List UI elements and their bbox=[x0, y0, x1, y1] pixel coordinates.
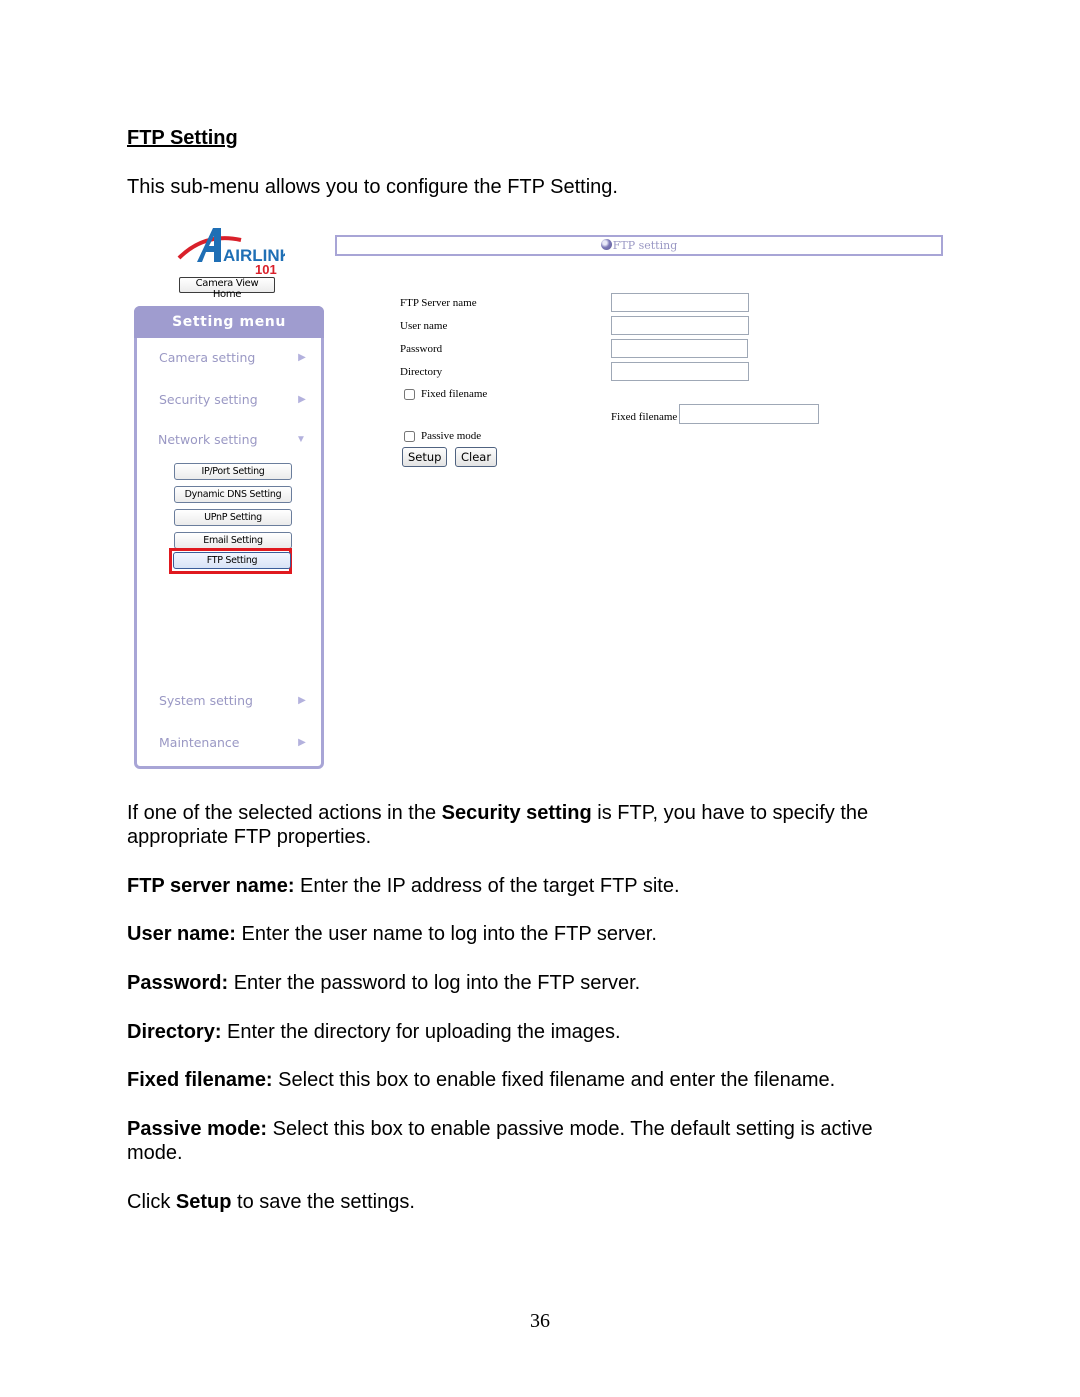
text: Enter the password to log into the FTP s… bbox=[228, 972, 641, 994]
user-name-description: User name: Enter the user name to log in… bbox=[127, 922, 927, 946]
menu-item-label: Maintenance bbox=[159, 734, 240, 750]
directory-description: Directory: Enter the directory for uploa… bbox=[127, 1020, 927, 1044]
ftp-server-name-label: FTP Server name bbox=[400, 297, 477, 309]
arrow-right-icon: ▶ bbox=[298, 736, 306, 748]
bold-term: User name: bbox=[127, 923, 236, 945]
logo-101-text: 101 bbox=[255, 262, 277, 276]
text: Enter the IP address of the target FTP s… bbox=[294, 875, 680, 897]
menu-item-network-setting[interactable]: Network setting ▼ bbox=[158, 429, 308, 449]
passive-mode-description: Passive mode: Select this box to enable … bbox=[127, 1117, 927, 1165]
menu-item-label: Network setting bbox=[158, 431, 258, 447]
menu-item-system-setting[interactable]: System setting ▶ bbox=[159, 690, 309, 710]
dynamic-dns-setting-button[interactable]: Dynamic DNS Setting bbox=[174, 486, 292, 503]
ftp-setting-panel-title: FTP setting bbox=[335, 235, 943, 256]
menu-item-camera-setting[interactable]: Camera setting ▶ bbox=[159, 347, 309, 367]
bold-term: FTP server name: bbox=[127, 875, 295, 897]
menu-item-label: Security setting bbox=[159, 391, 258, 407]
fixed-filename-checkbox[interactable] bbox=[404, 388, 415, 400]
text: Select this box to enable fixed filename… bbox=[272, 1069, 836, 1091]
intro-text: This sub-menu allows you to configure th… bbox=[127, 176, 618, 198]
clear-button[interactable]: Clear bbox=[455, 447, 498, 467]
fixed-filename-field-label: Fixed filename bbox=[611, 411, 678, 423]
arrow-right-icon: ▶ bbox=[298, 694, 306, 706]
setting-menu: Setting menu Camera setting ▶ Security s… bbox=[134, 306, 324, 769]
passive-mode-checkbox-row[interactable]: Passive mode bbox=[404, 430, 481, 442]
fixed-filename-input[interactable] bbox=[679, 404, 819, 424]
fixed-filename-checkbox-row[interactable]: Fixed filename bbox=[404, 388, 487, 400]
user-name-input[interactable] bbox=[611, 316, 749, 335]
click-setup-instruction: Click Setup to save the settings. bbox=[127, 1190, 927, 1214]
bold-term: Passive mode: bbox=[127, 1118, 268, 1140]
airlink-logo: AIRLINK 101 bbox=[177, 228, 285, 276]
ftp-server-name-input[interactable] bbox=[611, 293, 749, 312]
email-setting-button[interactable]: Email Setting bbox=[174, 532, 292, 549]
text: Enter the user name to log into the FTP … bbox=[235, 923, 657, 945]
passive-mode-checkbox[interactable] bbox=[404, 430, 415, 442]
fixed-filename-description: Fixed filename: Select this box to enabl… bbox=[127, 1068, 927, 1092]
password-description: Password: Enter the password to log into… bbox=[127, 971, 927, 995]
upnp-setting-button[interactable]: UPnP Setting bbox=[174, 509, 292, 526]
setting-menu-title: Setting menu bbox=[134, 306, 324, 338]
text: If one of the selected actions in the bbox=[127, 802, 442, 824]
page-number: 36 bbox=[530, 1310, 550, 1332]
ftp-server-name-description: FTP server name: Enter the IP address of… bbox=[127, 874, 927, 898]
ftp-setting-button[interactable]: FTP Setting bbox=[173, 552, 291, 569]
text: to save the settings. bbox=[231, 1191, 415, 1213]
menu-item-label: Camera setting bbox=[159, 349, 256, 365]
menu-item-maintenance[interactable]: Maintenance ▶ bbox=[159, 732, 309, 752]
panel-title-text: FTP setting bbox=[612, 239, 678, 252]
camera-view-home-button[interactable]: Camera View Home bbox=[179, 277, 275, 300]
text: Enter the directory for uploading the im… bbox=[221, 1021, 621, 1043]
menu-item-security-setting[interactable]: Security setting ▶ bbox=[159, 389, 309, 409]
menu-item-label: System setting bbox=[159, 692, 253, 708]
ip-port-setting-button[interactable]: IP/Port Setting bbox=[174, 463, 292, 480]
embedded-ui-screenshot: AIRLINK 101 Camera View Home Setting men… bbox=[130, 218, 950, 778]
passive-mode-checkbox-label: Passive mode bbox=[421, 430, 482, 442]
arrow-down-icon: ▼ bbox=[296, 433, 306, 445]
section-title: FTP Setting bbox=[127, 127, 238, 149]
security-setting-paragraph: If one of the selected actions in the Se… bbox=[127, 801, 927, 849]
bold-term: Fixed filename: bbox=[127, 1069, 273, 1091]
user-name-label: User name bbox=[400, 320, 448, 332]
directory-input[interactable] bbox=[611, 362, 749, 381]
fixed-filename-checkbox-label: Fixed filename bbox=[421, 388, 488, 400]
arrow-right-icon: ▶ bbox=[298, 351, 306, 363]
password-label: Password bbox=[400, 343, 443, 355]
directory-label: Directory bbox=[400, 366, 443, 378]
bold-term: Security setting bbox=[441, 802, 592, 824]
bold-term: Setup bbox=[175, 1191, 232, 1213]
password-input[interactable] bbox=[611, 339, 748, 358]
bold-term: Directory: bbox=[127, 1021, 222, 1043]
bold-term: Password: bbox=[127, 972, 229, 994]
text: Click bbox=[127, 1191, 176, 1213]
globe-icon bbox=[600, 239, 612, 250]
arrow-right-icon: ▶ bbox=[298, 393, 306, 405]
setup-button[interactable]: Setup bbox=[402, 447, 448, 467]
